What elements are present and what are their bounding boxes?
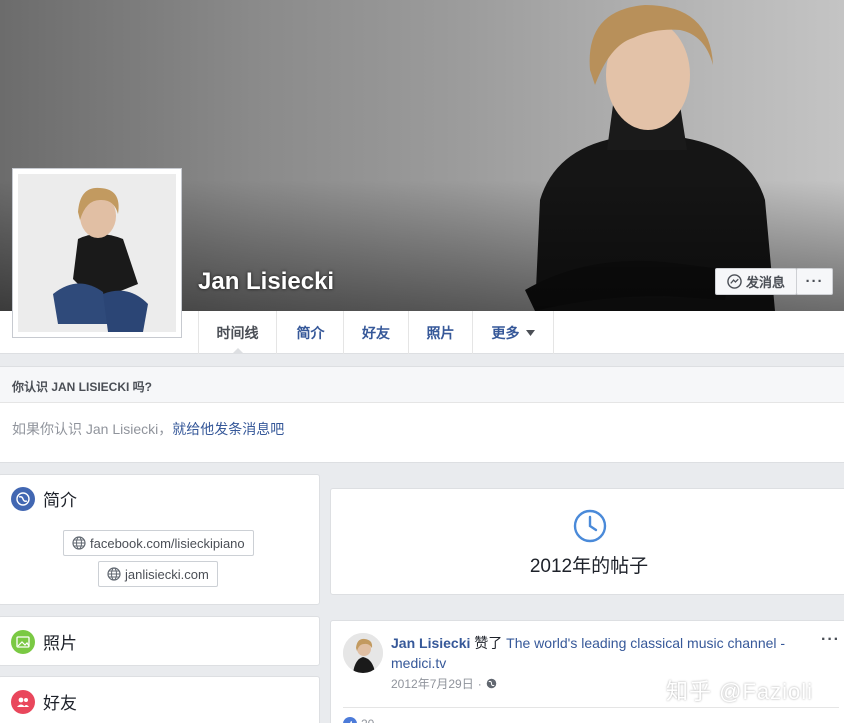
- post-date[interactable]: 2012年7月29日: [391, 675, 474, 692]
- send-message-button[interactable]: 发消息: [715, 268, 797, 295]
- more-options-button[interactable]: ···: [796, 268, 833, 295]
- photos-card[interactable]: 照片: [0, 616, 320, 666]
- do-you-know-card: 你认识 JAN LISIECKI 吗? 如果你认识 Jan Lisiecki，就…: [0, 366, 844, 463]
- profile-picture[interactable]: [12, 168, 182, 338]
- website-link-facebook[interactable]: facebook.com/lisieckipiano: [63, 530, 254, 556]
- globe-icon: [72, 536, 86, 550]
- website-link-personal[interactable]: janlisiecki.com: [98, 561, 218, 587]
- posts-year-title: 2012年的帖子: [529, 556, 649, 577]
- tab-photos[interactable]: 照片: [409, 311, 473, 354]
- do-you-know-title: 你认识 JAN LISIECKI 吗?: [0, 367, 844, 403]
- post-author-avatar[interactable]: [343, 633, 383, 673]
- post-author-name[interactable]: Jan Lisiecki: [391, 635, 470, 651]
- messenger-icon: [727, 274, 742, 289]
- watermark: 知乎 @Fazioli: [666, 679, 814, 704]
- reaction-count[interactable]: 20: [361, 717, 374, 723]
- profile-name[interactable]: Jan Lisiecki: [198, 268, 334, 296]
- chevron-down-icon: [525, 329, 535, 336]
- posts-year-card: 2012年的帖子: [330, 488, 844, 595]
- photo-icon: [11, 629, 35, 654]
- friends-card[interactable]: 好友: [0, 676, 320, 723]
- photos-title: 照片: [43, 634, 77, 653]
- clock-icon: [573, 509, 607, 543]
- post-action: 赞了: [470, 635, 507, 651]
- globe-icon[interactable]: [486, 678, 497, 689]
- friends-icon: [11, 689, 35, 714]
- intro-card: 简介 facebook.com/lisieckipiano janlisieck…: [0, 474, 320, 605]
- tab-about[interactable]: 简介: [278, 311, 344, 354]
- friends-title: 好友: [43, 694, 77, 713]
- globe-icon: [11, 486, 35, 511]
- timeline-post: Jan Lisiecki 赞了 The world's leading clas…: [330, 620, 844, 723]
- tab-timeline[interactable]: 时间线: [199, 311, 277, 354]
- globe-icon: [107, 567, 121, 581]
- post-menu-button[interactable]: ···: [821, 631, 840, 649]
- like-reaction-icon: [343, 717, 357, 723]
- do-you-know-text: 如果你认识 Jan Lisiecki，: [12, 421, 173, 437]
- profile-photo-image: [18, 174, 176, 332]
- intro-title: 简介: [43, 491, 77, 510]
- tab-more[interactable]: 更多: [473, 311, 554, 354]
- send-message-label: 发消息: [745, 275, 785, 290]
- send-message-link[interactable]: 就给他发条消息吧: [172, 421, 284, 437]
- tab-friends[interactable]: 好友: [344, 311, 409, 354]
